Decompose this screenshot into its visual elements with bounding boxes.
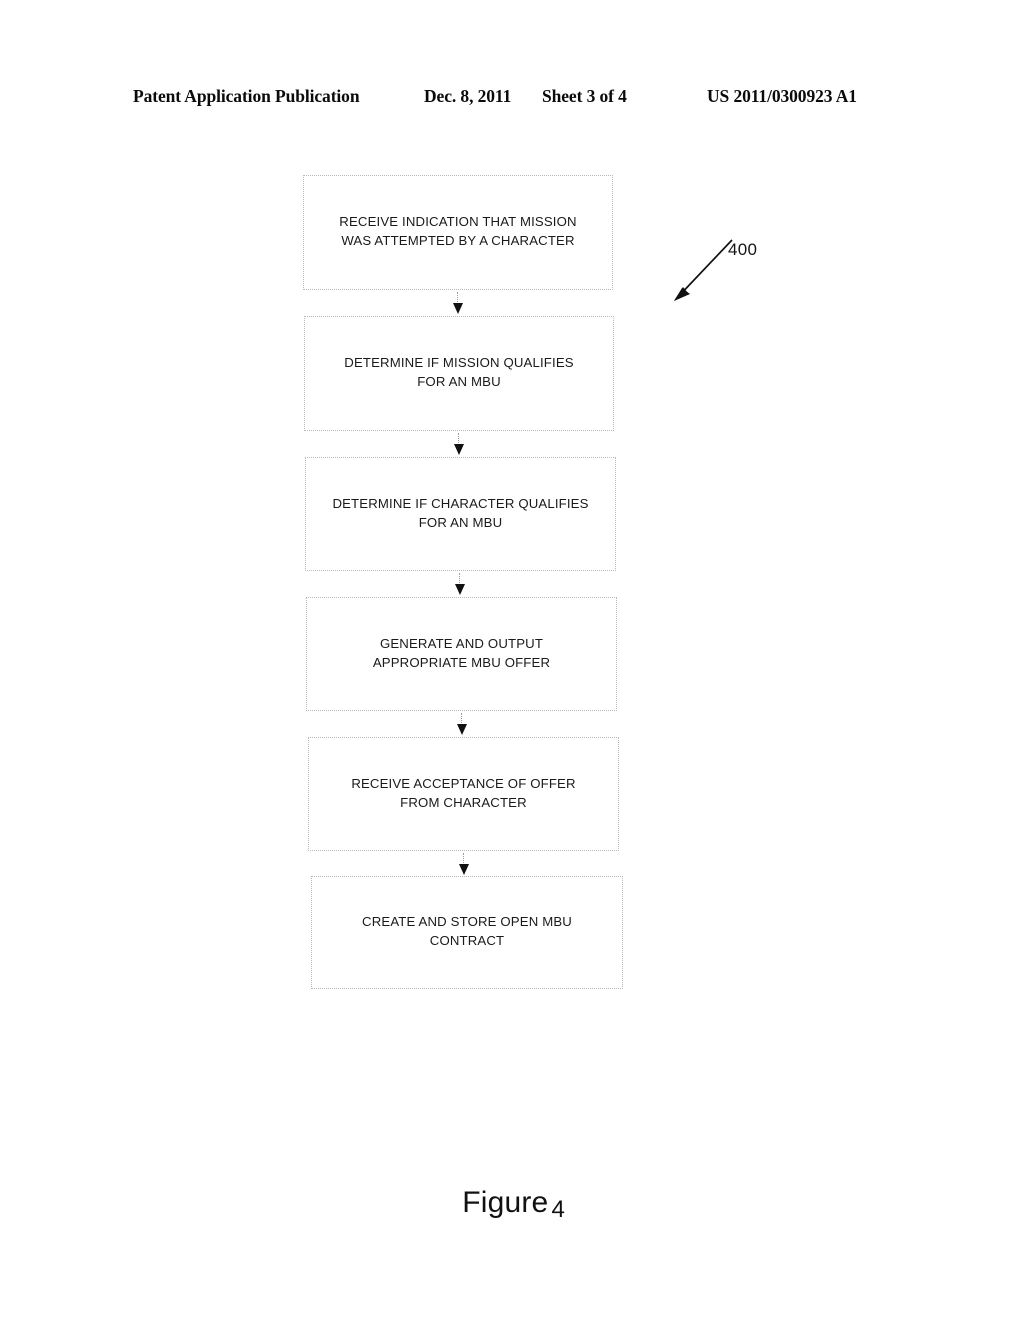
figure-caption-word: Figure [462,1186,549,1219]
arrowhead-icon [455,584,465,595]
flowchart-node-label: GENERATE AND OUTPUT APPROPRIATE MBU OFFE… [372,635,551,670]
flowchart-node-determine-character-qualifies: DETERMINE IF CHARACTER QUALIFIES FOR AN … [305,457,616,571]
arrowhead-icon [459,864,469,875]
flowchart-node-create-store-contract: CREATE AND STORE OPEN MBU CONTRACT [311,876,623,989]
flowchart-connector-5-to-6 [458,853,470,878]
reference-leader-arrow-icon [674,239,733,301]
flowchart-node-label: RECEIVE INDICATION THAT MISSION WAS ATTE… [339,214,577,248]
flowchart-node-generate-output-offer: GENERATE AND OUTPUT APPROPRIATE MBU OFFE… [306,597,617,711]
flowchart-diagram: RECEIVE INDICATION THAT MISSION WAS ATTE… [0,0,1024,1320]
flowchart-connector-4-to-5 [456,713,468,738]
flowchart-node-determine-mission-qualifies: DETERMINE IF MISSION QUALIFIES FOR AN MB… [304,316,614,431]
flowchart-connector-3-to-4 [454,573,466,598]
flowchart-node-label: DETERMINE IF CHARACTER QUALIFIES FOR AN … [332,495,589,530]
arrowhead-icon [457,724,467,735]
flowchart-connector-2-to-3 [453,433,465,458]
flowchart-node-label: DETERMINE IF MISSION QUALIFIES FOR AN MB… [344,355,574,389]
arrowhead-icon [454,444,464,455]
figure-caption: Figure 4 [0,1186,1024,1223]
arrowhead-icon [453,303,463,314]
figure-caption-number: 4 [551,1196,565,1223]
flowchart-node-label: RECEIVE ACCEPTANCE OF OFFER FROM CHARACT… [351,775,576,810]
flowchart-node-receive-indication: RECEIVE INDICATION THAT MISSION WAS ATTE… [303,175,613,290]
flowchart-connector-1-to-2 [452,292,464,317]
flowchart-node-label: CREATE AND STORE OPEN MBU CONTRACT [362,914,572,948]
flowchart-node-receive-acceptance: RECEIVE ACCEPTANCE OF OFFER FROM CHARACT… [308,737,619,851]
